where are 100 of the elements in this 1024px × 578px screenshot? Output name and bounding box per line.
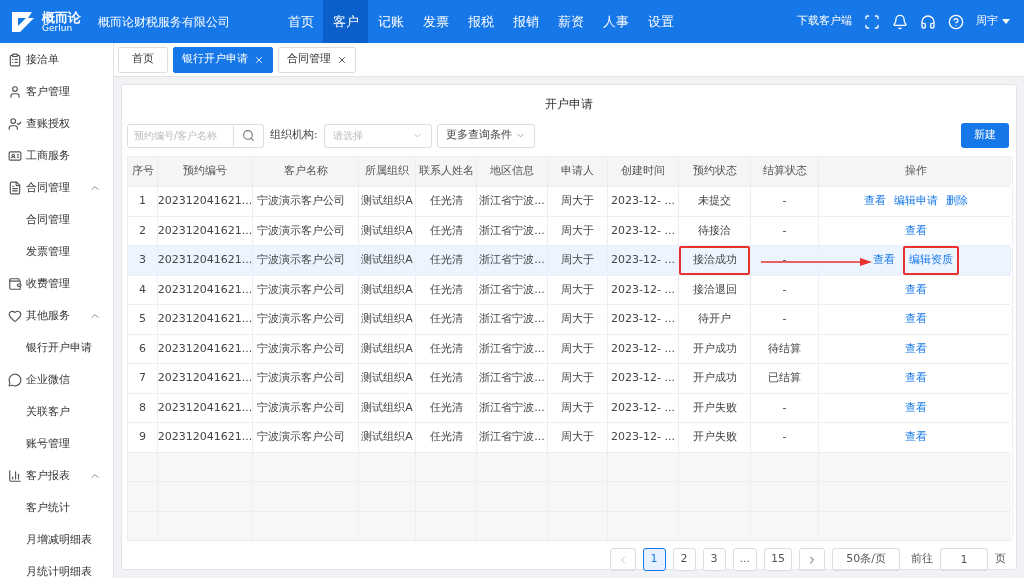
- nav-tab[interactable]: 首页: [278, 0, 323, 43]
- close-icon[interactable]: [337, 54, 347, 65]
- table-cell: 任光清: [416, 364, 477, 393]
- page-button[interactable]: 15: [764, 548, 792, 571]
- table-row[interactable]: 6 202312041621... 宁波演示客户公司 测试组织A 任光清 浙江省宁波... 周大于 2023-12- ... 开户成功 待结算 查看: [128, 334, 1011, 364]
- page-button[interactable]: 1: [642, 548, 666, 571]
- sidebar-item[interactable]: 接洽单: [0, 44, 113, 76]
- sidebar-subitem[interactable]: 客户统计: [0, 492, 113, 524]
- sidebar-subitem[interactable]: 合同管理: [0, 204, 113, 236]
- sidebar-item[interactable]: 客户报表: [0, 460, 113, 492]
- table-cell: 未提交: [679, 187, 751, 216]
- column-header: 所属组织: [359, 157, 416, 186]
- action-link[interactable]: 编辑申请: [893, 193, 938, 210]
- action-link[interactable]: 查看: [904, 281, 927, 298]
- sidebar-subitem[interactable]: 账号管理: [0, 428, 113, 460]
- table-cell: 浙江省宁波...: [477, 334, 548, 363]
- page-tab[interactable]: 合同管理: [278, 46, 356, 73]
- help-icon[interactable]: [948, 13, 964, 30]
- table-cell: -: [751, 305, 819, 334]
- nav-tab[interactable]: 报税: [458, 0, 503, 43]
- nav-tab[interactable]: 薪资: [548, 0, 593, 43]
- table-cell: 浙江省宁波...: [477, 423, 548, 452]
- table-cell: 9: [128, 423, 158, 452]
- action-link[interactable]: 查看: [904, 311, 927, 328]
- table-cell: 浙江省宁波...: [477, 275, 548, 304]
- page-button[interactable]: 2: [672, 548, 696, 571]
- table-cell: 周大于: [548, 275, 608, 304]
- page-tab[interactable]: 银行开户申请: [173, 46, 273, 73]
- table-cell: -: [751, 393, 819, 422]
- action-link[interactable]: 编辑资质: [902, 246, 959, 275]
- search-field[interactable]: 预约编号/客户名称: [127, 123, 234, 148]
- page-tab[interactable]: 首页: [118, 46, 168, 73]
- page-size-select[interactable]: 50条/页: [832, 548, 900, 571]
- table-cell: 浙江省宁波...: [477, 187, 548, 216]
- sidebar-subitem[interactable]: 关联客户: [0, 396, 113, 428]
- action-link[interactable]: 查看: [872, 252, 895, 269]
- table-row[interactable]: 2 202312041621... 宁波演示客户公司 测试组织A 任光清 浙江省宁波... 周大于 2023-12- ... 待接洽 - 查看: [128, 216, 1011, 246]
- sidebar-subitem[interactable]: 银行开户申请: [0, 332, 113, 364]
- table-row[interactable]: 8 202312041621... 宁波演示客户公司 测试组织A 任光清 浙江省宁波... 周大于 2023-12- ... 开户失败 - 查看: [128, 393, 1011, 423]
- table-cell: 202312041621...: [158, 364, 253, 393]
- sidebar-subitem[interactable]: 月增减明细表: [0, 524, 113, 556]
- table-cell: 2023-12- ...: [608, 187, 679, 216]
- table-row[interactable]: 5 202312041621... 宁波演示客户公司 测试组织A 任光清 浙江省宁波... 周大于 2023-12- ... 待开户 - 查看: [128, 305, 1011, 335]
- table-row[interactable]: 9 202312041621... 宁波演示客户公司 测试组织A 任光清 浙江省宁波... 周大于 2023-12- ... 开户失败 - 查看: [128, 423, 1011, 453]
- user-menu[interactable]: 周宇: [976, 13, 1010, 30]
- sidebar-item[interactable]: 收费管理: [0, 268, 113, 300]
- table-cell: 浙江省宁波...: [477, 393, 548, 422]
- bell-icon[interactable]: [892, 13, 908, 30]
- table-cell: 任光清: [416, 305, 477, 334]
- sidebar-subitem[interactable]: 发票管理: [0, 236, 113, 268]
- table-cell: 待接洽: [679, 216, 751, 245]
- sidebar-item[interactable]: 合同管理: [0, 172, 113, 204]
- nav-tab[interactable]: 报销: [503, 0, 548, 43]
- table-row[interactable]: 1 202312041621... 宁波演示客户公司 测试组织A 任光清 浙江省宁波... 周大于 2023-12- ... 未提交 - 查看 编辑申请 删除: [128, 187, 1011, 217]
- new-button[interactable]: 新建: [961, 123, 1009, 148]
- nav-tab[interactable]: 人事: [593, 0, 638, 43]
- table-cell: 任光清: [416, 393, 477, 422]
- table-cell: -: [751, 246, 819, 275]
- goto-page-field[interactable]: 1: [940, 548, 988, 571]
- more-filters-button[interactable]: 更多查询条件: [436, 123, 535, 148]
- nav-tab[interactable]: 记账: [368, 0, 413, 43]
- table-cell: 测试组织A: [359, 423, 416, 452]
- table-cell: 2023-12- ...: [608, 334, 679, 363]
- table-row[interactable]: 4 202312041621... 宁波演示客户公司 测试组织A 任光清 浙江省宁波... 周大于 2023-12- ... 接洽退回 - 查看: [128, 275, 1011, 305]
- action-link[interactable]: 删除: [945, 193, 968, 210]
- action-link[interactable]: 查看: [863, 193, 886, 210]
- sidebar-item[interactable]: 其他服务: [0, 300, 113, 332]
- download-client-link[interactable]: 下载客户端: [797, 13, 852, 30]
- nav-tab[interactable]: 客户: [323, 0, 368, 43]
- action-link[interactable]: 查看: [904, 399, 927, 416]
- column-header: 预约编号: [158, 157, 253, 186]
- table-row[interactable]: 3 202312041621... 宁波演示客户公司 测试组织A 任光清 浙江省宁波... 周大于 2023-12- ... 接洽成功 - 查看 编辑资质: [128, 246, 1011, 276]
- sidebar-item[interactable]: 查账授权: [0, 108, 113, 140]
- close-icon[interactable]: [254, 54, 264, 65]
- table-cell: 2023-12- ...: [608, 423, 679, 452]
- table-cell: 2023-12- ...: [608, 305, 679, 334]
- sidebar-subitem[interactable]: 月统计明细表: [0, 556, 113, 578]
- sidebar-item[interactable]: 企业微信: [0, 364, 113, 396]
- table-cell: 宁波演示客户公司: [253, 275, 359, 304]
- page-button[interactable]: ...: [732, 548, 757, 571]
- sidebar-item[interactable]: 工商服务: [0, 140, 113, 172]
- action-link[interactable]: 查看: [904, 222, 927, 239]
- column-header: 操作: [819, 157, 1013, 186]
- table-cell: 任光清: [416, 334, 477, 363]
- table-row[interactable]: 7 202312041621... 宁波演示客户公司 测试组织A 任光清 浙江省宁波... 周大于 2023-12- ... 开户成功 已结算 查看: [128, 364, 1011, 394]
- action-link[interactable]: 查看: [904, 340, 927, 357]
- nav-tab[interactable]: 设置: [638, 0, 683, 43]
- table-cell: 202312041621...: [158, 216, 253, 245]
- headset-icon[interactable]: [920, 13, 936, 30]
- table-cell: 宁波演示客户公司: [253, 246, 359, 275]
- table-cell: 测试组织A: [359, 393, 416, 422]
- action-link[interactable]: 查看: [904, 370, 927, 387]
- table-cell: 开户成功: [679, 334, 751, 363]
- page-button[interactable]: 3: [702, 548, 726, 571]
- nav-tab[interactable]: 发票: [413, 0, 458, 43]
- scan-icon[interactable]: [864, 13, 880, 30]
- action-link[interactable]: 查看: [904, 429, 927, 446]
- sidebar-item[interactable]: 客户管理: [0, 76, 113, 108]
- column-header: 序号: [128, 157, 158, 186]
- search-button[interactable]: [234, 123, 264, 148]
